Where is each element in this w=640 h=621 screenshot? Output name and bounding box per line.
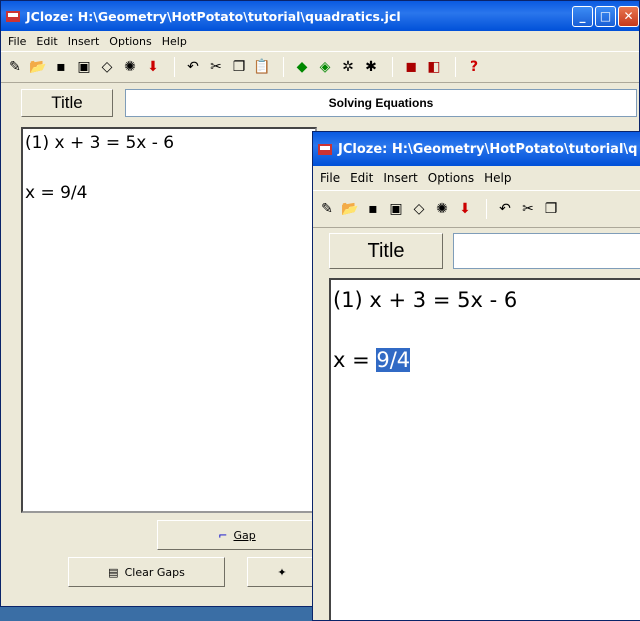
title-button[interactable]: Title <box>21 89 113 117</box>
back-window-title: JCloze: H:\Geometry\HotPotato\tutorial\q… <box>26 8 401 24</box>
menu-insert[interactable]: Insert <box>68 35 100 48</box>
config-icon[interactable]: ◧ <box>424 56 444 78</box>
tool-icon[interactable]: ✲ <box>338 56 358 78</box>
front-toolbar: ✎ 📂 ▪ ▣ ◇ ✺ ⬇ ↶ ✂ ❐ <box>313 190 640 228</box>
front-titlebar[interactable]: JCloze: H:\Geometry\HotPotato\tutorial\q <box>313 132 640 166</box>
export-icon[interactable]: ⬇ <box>143 56 163 78</box>
front-title-row: Title <box>329 233 640 269</box>
filter-button[interactable]: ✦ <box>247 557 317 587</box>
minimize-icon[interactable]: _ <box>572 5 593 27</box>
web-icon[interactable]: ✺ <box>432 198 452 220</box>
menu-edit[interactable]: Edit <box>36 35 57 48</box>
gap-icon: ⌐ <box>218 528 228 542</box>
menu-options[interactable]: Options <box>428 171 474 185</box>
save-icon[interactable]: ▪ <box>363 198 383 220</box>
toolbar-separator <box>455 57 456 77</box>
title-button[interactable]: Title <box>329 233 443 269</box>
answer-line: x = 9/4 <box>25 183 88 203</box>
save-as-icon[interactable]: ▣ <box>74 56 94 78</box>
front-menubar: File Edit Insert Options Help <box>313 166 640 190</box>
web-icon[interactable]: ✺ <box>120 56 140 78</box>
equation-line: (1) x + 3 = 5x - 6 <box>333 288 518 312</box>
config-icon[interactable]: ◼ <box>401 56 421 78</box>
eraser-icon[interactable]: ◇ <box>97 56 117 78</box>
toolbar-separator <box>174 57 175 77</box>
back-title-row: Title Solving Equations <box>21 89 637 117</box>
open-icon[interactable]: 📂 <box>340 198 360 220</box>
back-toolbar: ✎ 📂 ▪ ▣ ◇ ✺ ⬇ ↶ ✂ ❐ 📋 ◆ ◈ ✲ ✱ ◼ ◧ ? <box>1 51 639 83</box>
cut-icon[interactable]: ✂ <box>518 198 538 220</box>
menu-edit[interactable]: Edit <box>350 171 373 185</box>
equation-line: (1) x + 3 = 5x - 6 <box>25 133 175 153</box>
toolbar-separator <box>486 199 487 219</box>
eraser-icon[interactable]: ◇ <box>409 198 429 220</box>
help-icon[interactable]: ? <box>464 56 484 78</box>
menu-options[interactable]: Options <box>109 35 151 48</box>
title-field[interactable]: Solving Equations <box>125 89 637 117</box>
app-icon <box>317 141 333 157</box>
cut-icon[interactable]: ✂ <box>206 56 226 78</box>
filter-icon: ✦ <box>277 565 287 579</box>
back-editor[interactable]: (1) x + 3 = 5x - 6 x = 9/4 <box>21 127 317 513</box>
toolbar-separator <box>283 57 284 77</box>
save-icon[interactable]: ▪ <box>51 56 71 78</box>
export-icon[interactable]: ⬇ <box>455 198 475 220</box>
undo-icon[interactable]: ↶ <box>495 198 515 220</box>
menu-file[interactable]: File <box>8 35 26 48</box>
gap-button[interactable]: ⌐ Gap <box>157 520 317 550</box>
tool-icon[interactable]: ◆ <box>292 56 312 78</box>
menu-file[interactable]: File <box>320 171 340 185</box>
back-titlebar[interactable]: JCloze: H:\Geometry\HotPotato\tutorial\q… <box>1 1 639 31</box>
back-menubar: File Edit Insert Options Help <box>1 31 639 51</box>
open-icon[interactable]: 📂 <box>28 56 48 78</box>
close-icon[interactable]: ✕ <box>618 5 639 27</box>
menu-help[interactable]: Help <box>162 35 187 48</box>
app-icon <box>5 8 21 24</box>
copy-icon[interactable]: ❐ <box>229 56 249 78</box>
front-window: JCloze: H:\Geometry\HotPotato\tutorial\q… <box>312 131 640 621</box>
title-field[interactable] <box>453 233 640 269</box>
maximize-icon[interactable]: □ <box>595 5 616 27</box>
new-icon[interactable]: ✎ <box>317 198 337 220</box>
new-icon[interactable]: ✎ <box>5 56 25 78</box>
clear-gaps-icon: ▤ <box>108 565 119 579</box>
menu-help[interactable]: Help <box>484 171 511 185</box>
front-window-title: JCloze: H:\Geometry\HotPotato\tutorial\q <box>338 141 638 157</box>
tool-icon[interactable]: ◈ <box>315 56 335 78</box>
front-editor[interactable]: (1) x + 3 = 5x - 6 x = 9/4 <box>329 278 640 620</box>
selected-text[interactable]: 9/4 <box>376 348 411 372</box>
tool-icon[interactable]: ✱ <box>361 56 381 78</box>
undo-icon[interactable]: ↶ <box>183 56 203 78</box>
copy-icon[interactable]: ❐ <box>541 198 561 220</box>
answer-line: x = 9/4 <box>333 348 411 372</box>
menu-insert[interactable]: Insert <box>383 171 417 185</box>
save-as-icon[interactable]: ▣ <box>386 198 406 220</box>
clear-gaps-button[interactable]: ▤ Clear Gaps <box>68 557 225 587</box>
toolbar-separator <box>392 57 393 77</box>
paste-icon[interactable]: 📋 <box>252 56 272 78</box>
